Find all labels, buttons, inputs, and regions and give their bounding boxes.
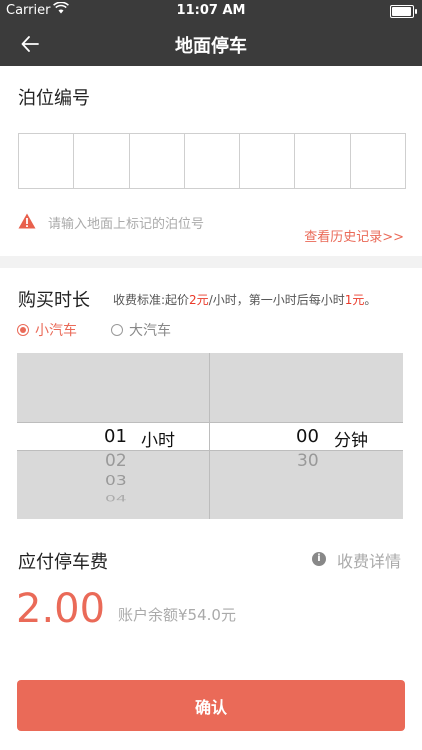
radio-large-car[interactable]: 大汽车	[111, 320, 171, 340]
battery-icon	[390, 5, 417, 18]
berth-digit-box[interactable]	[295, 134, 351, 188]
history-link[interactable]: 查看历史记录>>	[304, 226, 404, 245]
minutes-option[interactable]: 30	[297, 451, 319, 471]
warning-icon	[18, 213, 36, 229]
fee-rule: 收费标准:起价2元/小时，第一小时后每小时1元。	[113, 291, 376, 308]
berth-title: 泊位编号	[18, 88, 90, 109]
hours-option[interactable]: 04	[105, 494, 127, 504]
purchase-title: 购买时长	[18, 290, 90, 311]
radio-unchecked-icon	[111, 324, 123, 336]
payment-amount: 2.00	[16, 586, 106, 632]
fee-detail-link[interactable]: 收费详情	[337, 548, 401, 572]
picker-divider	[209, 353, 210, 519]
berth-digit-box[interactable]	[74, 134, 130, 188]
hours-option[interactable]: 02	[105, 451, 127, 471]
berth-digit-box[interactable]	[185, 134, 241, 188]
fee-rule-prefix: 收费标准:起价	[113, 293, 190, 307]
berth-hint: 请输入地面上标记的泊位号	[48, 217, 205, 232]
page-title: 地面停车	[175, 36, 247, 57]
clock: 11:07 AM	[176, 3, 246, 18]
duration-picker[interactable]: 01 小时 02 03 04 00 分钟 30	[17, 353, 403, 519]
back-arrow-icon[interactable]	[16, 30, 44, 58]
minutes-selected[interactable]: 00	[296, 426, 319, 447]
account-balance: 账户余额¥54.0元	[118, 606, 236, 624]
fee-rule-middle: /小时，第一小时后每小时	[208, 293, 345, 307]
berth-digit-box[interactable]	[130, 134, 185, 188]
status-bar: Carrier 11:07 AM	[0, 0, 422, 22]
radio-small-car-label: 小汽车	[35, 323, 77, 339]
navigation-bar: 地面停车	[0, 22, 422, 66]
fee-rule-suffix: 。	[364, 293, 377, 307]
berth-digit-box[interactable]	[19, 134, 75, 188]
berth-digit-box[interactable]	[351, 134, 405, 188]
berth-digit-box[interactable]	[240, 134, 296, 188]
hours-option[interactable]: 03	[105, 473, 127, 489]
info-icon[interactable]: i	[312, 552, 326, 566]
payment-title: 应付停车费	[18, 552, 108, 573]
fee-start-price: 2元	[189, 293, 209, 307]
minutes-unit: 分钟	[334, 431, 368, 451]
berth-number-input[interactable]	[18, 133, 406, 189]
radio-checked-icon	[17, 324, 29, 336]
purchase-section: 购买时长 收费标准:起价2元/小时，第一小时后每小时1元。 小汽车 大汽车 01…	[0, 268, 422, 750]
confirm-button[interactable]: 确认	[17, 680, 405, 731]
fee-hourly-price: 1元	[344, 293, 365, 307]
hours-selected[interactable]: 01	[104, 426, 127, 447]
hours-unit: 小时	[141, 431, 175, 451]
berth-section: 泊位编号 请输入地面上标记的泊位号 查看历史记录>>	[0, 66, 422, 256]
radio-large-car-label: 大汽车	[129, 323, 171, 339]
radio-small-car[interactable]: 小汽车	[17, 320, 77, 340]
